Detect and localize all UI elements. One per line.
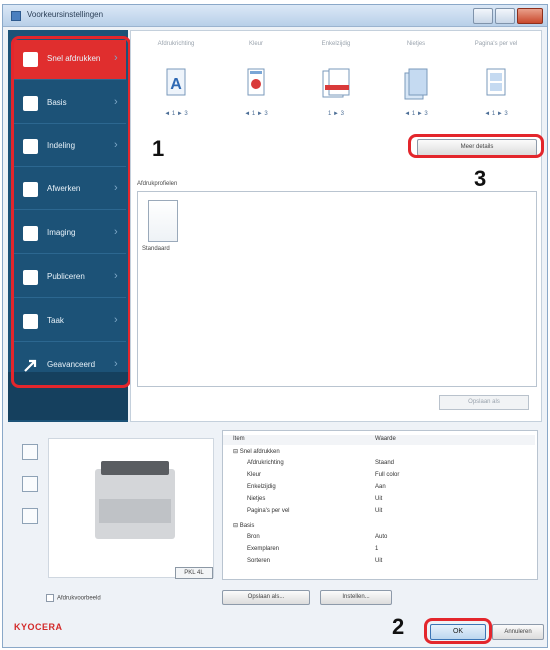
save-profile-button[interactable]: Opslaan als	[439, 395, 529, 410]
table-cell: Exemplaren	[247, 546, 280, 552]
settings-panel: Afdrukrichting Kleur Enkelzijdig Nietjes…	[130, 30, 542, 422]
table-row: Bron Auto	[223, 533, 535, 543]
staple-thumbnail[interactable]	[381, 67, 451, 103]
profiles-section-label: Afdrukprofielen	[137, 181, 178, 187]
highlight-ok	[424, 618, 492, 644]
color-thumbnail[interactable]	[221, 67, 291, 103]
thumb-heading-orientation: Afdrukrichting	[157, 41, 195, 47]
profiles-panel: Standaard	[137, 191, 537, 387]
table-cell: Nietjes	[247, 496, 266, 502]
table-row: ⊟ Basis	[223, 521, 535, 531]
svg-text:A: A	[170, 76, 182, 93]
thumb-heading-color: Kleur	[248, 41, 263, 47]
callout-2: 2	[392, 614, 405, 639]
table-row: Enkelzijdig Aan	[223, 483, 535, 493]
kyocera-logo: KYOCERA	[14, 622, 63, 632]
highlight-sidebar	[11, 36, 131, 388]
column-header: Item	[233, 436, 245, 442]
table-cell: ⊟ Basis	[233, 523, 255, 529]
thumb-caption: ◄ 1 ► 3	[164, 111, 188, 117]
table-header: Item Waarde	[223, 435, 535, 445]
printer-icon[interactable]	[22, 444, 38, 460]
preview-toolbar	[18, 438, 44, 588]
setup-button[interactable]: Instellen...	[320, 590, 392, 605]
settings-icon[interactable]	[22, 508, 38, 524]
table-cell: 1	[375, 546, 379, 552]
table-cell: Pagina's per vel	[247, 508, 290, 514]
thumb-heading-pages-per-sheet: Pagina's per vel	[474, 41, 518, 47]
table-cell: ⊟ Snel afdrukken	[233, 449, 280, 455]
table-cell: Uit	[375, 558, 383, 564]
callout-3: 3	[474, 166, 487, 191]
checkbox-label: Afdrukvoorbeeld	[57, 595, 101, 602]
table-cell: Enkelzijdig	[247, 484, 276, 490]
table-cell: Auto	[375, 534, 388, 540]
table-cell: Full color	[375, 472, 400, 478]
table-cell: Uit	[375, 496, 383, 502]
thumb-caption: ◄ 1 ► 3	[484, 111, 508, 117]
save-as-button[interactable]: Opslaan als...	[222, 590, 310, 605]
app-icon	[11, 11, 21, 21]
profile-name: Standaard	[142, 246, 170, 252]
table-cell: Aan	[375, 484, 386, 490]
table-cell: Uit	[375, 508, 383, 514]
printer-preview: PKL 4L	[48, 438, 214, 579]
table-cell: Kleur	[247, 472, 262, 478]
close-button[interactable]	[517, 8, 543, 24]
cancel-button[interactable]: Annuleren	[492, 624, 544, 640]
thumb-heading-duplex: Enkelzijdig	[321, 41, 351, 47]
table-row: Pagina's per vel Uit	[223, 507, 535, 517]
preview-checkbox-row[interactable]: Afdrukvoorbeeld	[46, 594, 101, 602]
pages-per-sheet-thumbnail[interactable]	[461, 67, 531, 103]
title-bar: Voorkeursinstellingen	[3, 5, 547, 27]
settings-summary-table: Item Waarde ⊟ Snel afdrukken Afdrukricht…	[222, 430, 538, 580]
table-row: Nietjes Uit	[223, 495, 535, 505]
table-row: Sorteren Uit	[223, 557, 535, 567]
callout-1: 1	[152, 136, 165, 161]
orientation-thumbnail[interactable]: A	[141, 67, 211, 103]
table-row: Exemplaren 1	[223, 545, 535, 555]
table-cell: Staand	[375, 460, 395, 466]
thumb-caption: 1 ► 3	[328, 111, 344, 117]
model-tag[interactable]: PKL 4L	[175, 567, 213, 579]
printer-top	[101, 461, 169, 475]
table-row: ⊟ Snel afdrukken	[223, 447, 535, 457]
table-cell: Bron	[247, 534, 260, 540]
preview-panel: PKL 4L Item Waarde ⊟ Snel afdrukken Afdr…	[8, 428, 542, 606]
checkbox[interactable]	[46, 594, 54, 602]
thumb-caption: ◄ 1 ► 3	[244, 111, 268, 117]
thumb-caption: ◄ 1 ► 3	[404, 111, 428, 117]
column-header: Waarde	[375, 436, 396, 442]
highlight-more-details	[408, 134, 544, 158]
printer-tray	[99, 499, 171, 523]
table-cell: Sorteren	[247, 558, 271, 564]
thumb-heading-staple: Nietjes	[406, 41, 426, 47]
profile-card[interactable]	[148, 200, 178, 242]
maximize-button[interactable]	[495, 8, 515, 24]
duplex-thumbnail[interactable]	[301, 67, 371, 103]
window-title: Voorkeursinstellingen	[27, 10, 104, 19]
table-row: Afdrukrichting Staand	[223, 459, 535, 469]
table-cell: Afdrukrichting	[247, 460, 284, 466]
minimize-button[interactable]	[473, 8, 493, 24]
document-icon[interactable]	[22, 476, 38, 492]
table-row: Kleur Full color	[223, 471, 535, 481]
